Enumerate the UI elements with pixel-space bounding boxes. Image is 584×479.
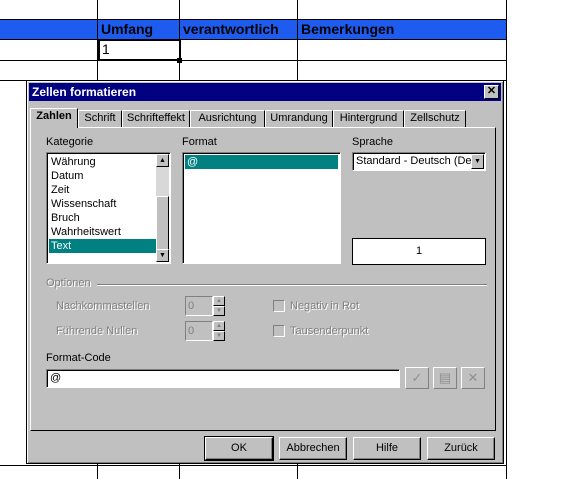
format-code-value: @ xyxy=(50,372,62,384)
format-preview: 1 xyxy=(352,238,486,265)
dialog-title: Zellen formatieren xyxy=(32,85,137,99)
negativ-rot-checkbox[interactable] xyxy=(273,300,285,312)
fuehrende-nullen-field[interactable]: 0 xyxy=(185,321,213,341)
fuehrende-nullen-stepper[interactable]: 0 ▲ ▼ xyxy=(185,321,225,341)
spin-up-icon[interactable]: ▲ xyxy=(213,296,225,306)
nachkommastellen-label: Nachkommastellen xyxy=(56,300,150,312)
spin-up-icon[interactable]: ▲ xyxy=(213,321,225,331)
fill-handle[interactable] xyxy=(177,58,182,63)
negativ-rot-label: Negativ in Rot xyxy=(290,300,360,312)
list-item[interactable]: Bruch xyxy=(49,211,156,225)
check-icon[interactable]: ✓ xyxy=(405,367,429,389)
scroll-down-icon[interactable]: ▼ xyxy=(156,249,169,262)
chevron-down-icon[interactable]: ▼ xyxy=(471,154,484,169)
tab-panel-zahlen: Kategorie Währung Datum Zeit Wissenschaf… xyxy=(30,127,496,431)
ok-button[interactable]: OK xyxy=(204,436,274,461)
list-item[interactable]: Wahrheitswert xyxy=(49,225,156,239)
delete-icon[interactable]: ✕ xyxy=(461,367,485,389)
cell-verantwortlich[interactable]: verantwortlich xyxy=(180,20,279,39)
format-cells-dialog: Zellen formatieren ✕ Zahlen Schrift Schr… xyxy=(26,80,504,464)
scroll-up-icon[interactable]: ▲ xyxy=(156,154,169,167)
tab-schrift[interactable]: Schrift xyxy=(78,110,122,127)
list-item-selected[interactable]: Text xyxy=(49,239,156,253)
list-item-selected[interactable]: @ xyxy=(185,155,338,169)
sprache-label: Sprache xyxy=(352,136,393,148)
kategorie-scrollbar[interactable]: ▲ ▼ xyxy=(156,154,169,262)
spin-down-icon[interactable]: ▼ xyxy=(213,306,225,316)
tab-zahlen[interactable]: Zahlen xyxy=(30,108,78,128)
format-code-input[interactable]: @ xyxy=(46,369,400,388)
close-icon[interactable]: ✕ xyxy=(484,85,499,99)
active-cell[interactable]: 1 xyxy=(98,39,181,61)
format-label: Format xyxy=(182,136,217,148)
format-list[interactable]: @ xyxy=(182,152,341,264)
cell-umfang[interactable]: Umfang xyxy=(98,20,153,39)
zurueck-button[interactable]: Zurück xyxy=(427,437,495,460)
tausenderpunkt-label: Tausenderpunkt xyxy=(290,325,369,337)
sprache-value: Standard - Deutsch (Deu xyxy=(356,155,472,167)
comment-icon[interactable]: ▤ xyxy=(433,367,457,389)
tab-umrandung[interactable]: Umrandung xyxy=(265,110,333,127)
kategorie-list[interactable]: Währung Datum Zeit Wissenschaft Bruch Wa… xyxy=(46,152,171,264)
tab-hintergrund[interactable]: Hintergrund xyxy=(333,110,404,127)
kategorie-label: Kategorie xyxy=(46,136,94,148)
list-item[interactable]: Wissenschaft xyxy=(49,197,156,211)
list-item[interactable]: Währung xyxy=(49,155,156,169)
nachkommastellen-stepper[interactable]: 0 ▲ ▼ xyxy=(185,296,225,316)
abbrechen-button[interactable]: Abbrechen xyxy=(279,437,347,460)
format-code-label: Format-Code xyxy=(46,352,111,364)
nachkommastellen-field[interactable]: 0 xyxy=(185,296,213,316)
dialog-titlebar[interactable]: Zellen formatieren ✕ xyxy=(29,83,501,101)
tab-ausrichtung[interactable]: Ausrichtung xyxy=(190,110,265,127)
hilfe-button[interactable]: Hilfe xyxy=(353,437,421,460)
tab-schrifteffekt[interactable]: Schrifteffekt xyxy=(122,110,190,127)
tab-zellschutz[interactable]: Zellschutz xyxy=(404,110,466,127)
optionen-divider xyxy=(97,284,487,286)
sprache-select[interactable]: Standard - Deutsch (Deu ▼ xyxy=(352,152,486,171)
scroll-thumb[interactable] xyxy=(156,196,169,250)
list-item[interactable]: Zeit xyxy=(49,183,156,197)
list-item[interactable]: Datum xyxy=(49,169,156,183)
spin-down-icon[interactable]: ▼ xyxy=(213,331,225,341)
tausenderpunkt-checkbox[interactable] xyxy=(273,325,285,337)
cell-bemerkungen[interactable]: Bemerkungen xyxy=(298,20,394,39)
optionen-label: Optionen xyxy=(46,277,91,289)
fuehrende-nullen-label: Führende Nullen xyxy=(56,325,138,337)
